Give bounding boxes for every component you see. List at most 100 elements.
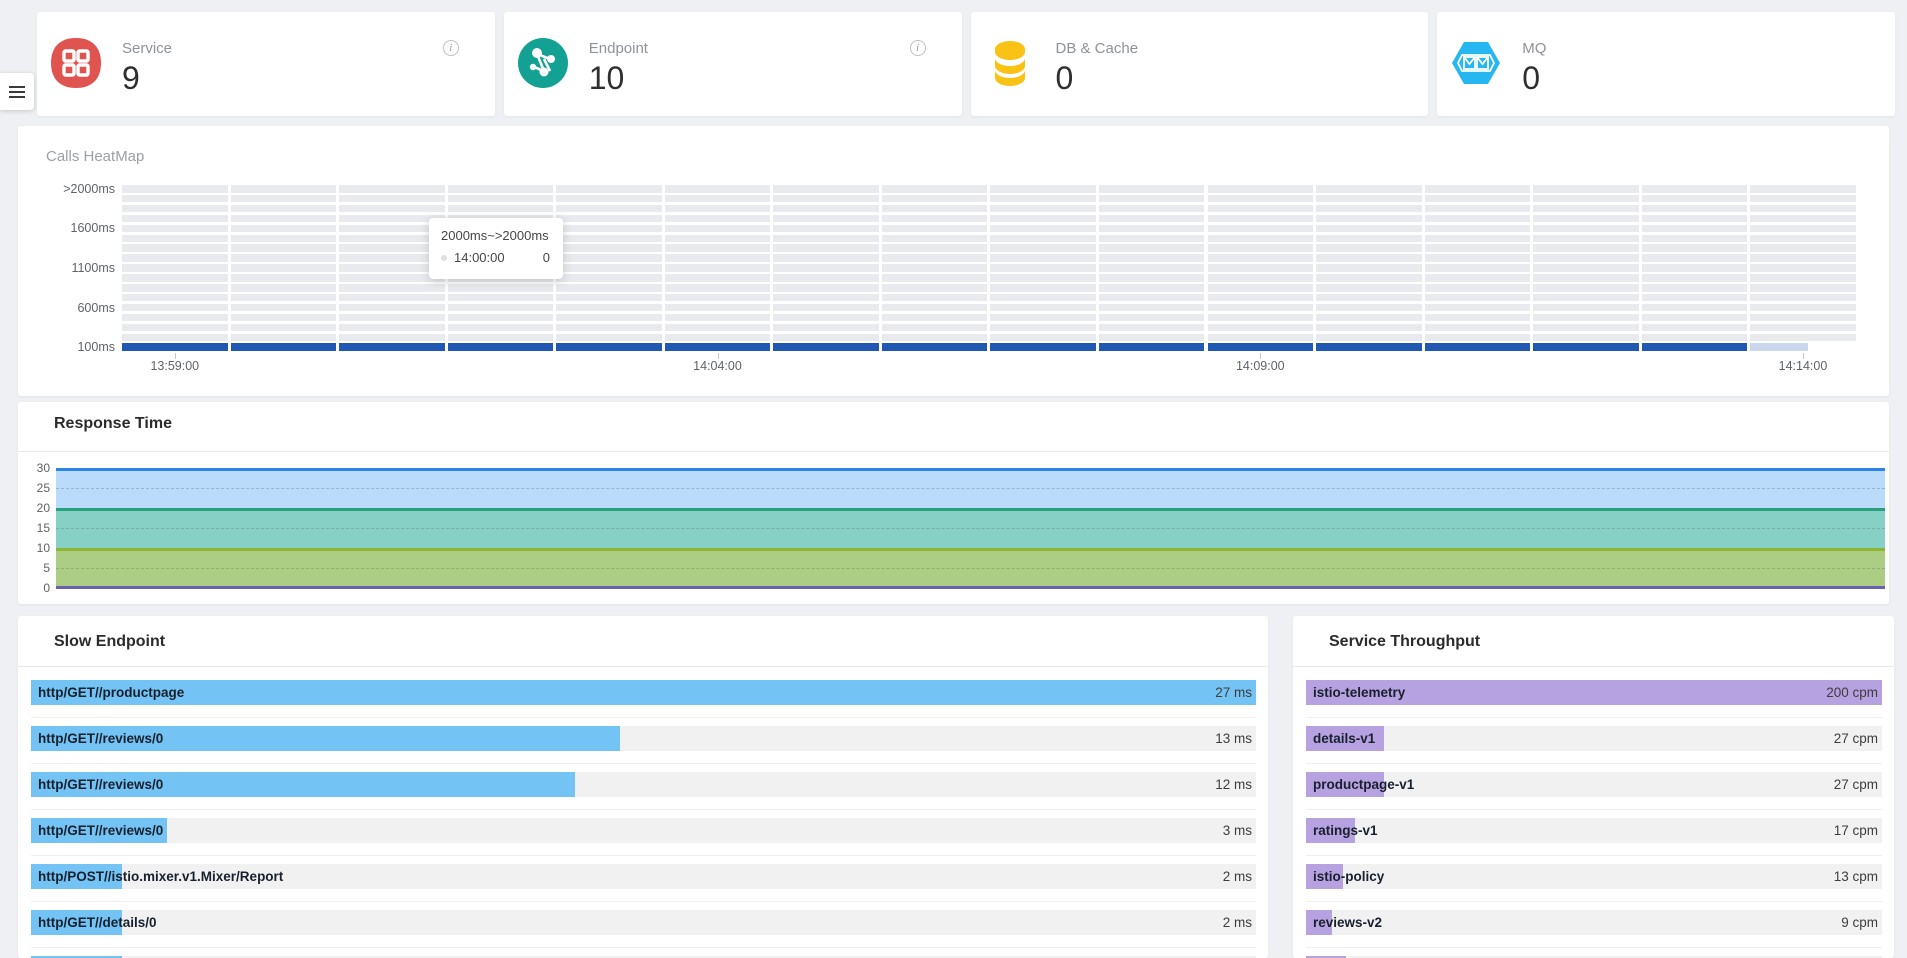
heatmap-cell[interactable] (1750, 235, 1856, 243)
heatmap-cell[interactable] (1642, 314, 1748, 322)
heatmap-cell[interactable] (773, 244, 879, 252)
heatmap-cell[interactable] (556, 314, 662, 322)
heatmap-cell[interactable] (122, 244, 228, 252)
heatmap-cell[interactable] (231, 284, 337, 292)
heatmap-cell[interactable] (1642, 334, 1748, 342)
heatmap-cell[interactable] (122, 343, 228, 351)
heatmap-cell[interactable] (1208, 343, 1314, 351)
slow-endpoint-row[interactable]: http/GET//details/02 ms (31, 910, 1256, 956)
heatmap-grid[interactable] (122, 185, 1862, 352)
heatmap-cell[interactable] (1099, 235, 1205, 243)
heatmap-cell[interactable] (1750, 254, 1856, 262)
heatmap-cell[interactable] (1208, 314, 1314, 322)
heatmap-cell[interactable] (556, 225, 662, 233)
menu-toggle-button[interactable] (0, 73, 34, 110)
heatmap-cell[interactable] (1316, 304, 1422, 312)
slow-endpoint-row[interactable]: http/POST//istio.mixer.v1.Mixer/Report2 … (31, 864, 1256, 910)
heatmap-cell[interactable] (1425, 304, 1531, 312)
heatmap-cell[interactable] (1750, 244, 1856, 252)
heatmap-cell[interactable] (1316, 215, 1422, 223)
heatmap-cell[interactable] (1533, 254, 1639, 262)
heatmap-cell[interactable] (1208, 264, 1314, 272)
heatmap-cell[interactable] (1208, 185, 1314, 193)
heatmap-cell[interactable] (556, 244, 662, 252)
heatmap-cell[interactable] (1099, 244, 1205, 252)
heatmap-cell[interactable] (1099, 274, 1205, 282)
heatmap-cell[interactable] (882, 225, 988, 233)
heatmap-cell[interactable] (1099, 343, 1205, 351)
heatmap-cell[interactable] (339, 195, 445, 203)
heatmap-cell[interactable] (1316, 284, 1422, 292)
heatmap-cell[interactable] (665, 225, 771, 233)
heatmap-cell[interactable] (122, 304, 228, 312)
heatmap-cell[interactable] (1099, 304, 1205, 312)
heatmap-cell[interactable] (773, 205, 879, 213)
heatmap-cell[interactable] (990, 225, 1096, 233)
heatmap-cell[interactable] (665, 304, 771, 312)
heatmap-cell[interactable] (231, 205, 337, 213)
heatmap-cell[interactable] (1750, 225, 1856, 233)
heatmap-cell[interactable] (1316, 244, 1422, 252)
heatmap-cell[interactable] (990, 343, 1096, 351)
heatmap-cell[interactable] (665, 334, 771, 342)
heatmap-cell[interactable] (1533, 185, 1639, 193)
heatmap-cell[interactable] (1750, 314, 1856, 322)
heatmap-cell[interactable] (665, 244, 771, 252)
heatmap-cell[interactable] (448, 205, 554, 213)
heatmap-cell[interactable] (1208, 235, 1314, 243)
throughput-row[interactable]: istio-telemetry200 cpm (1306, 680, 1882, 726)
heatmap-cell[interactable] (1425, 244, 1531, 252)
heatmap-cell[interactable] (231, 304, 337, 312)
heatmap-cell[interactable] (231, 225, 337, 233)
heatmap-cell[interactable] (231, 235, 337, 243)
heatmap-cell[interactable] (556, 185, 662, 193)
heatmap-cell[interactable] (556, 254, 662, 262)
heatmap-cell[interactable] (665, 235, 771, 243)
heatmap-cell[interactable] (773, 264, 879, 272)
heatmap-cell[interactable] (556, 264, 662, 272)
heatmap-cell[interactable] (1099, 284, 1205, 292)
heatmap-cell[interactable] (1533, 205, 1639, 213)
heatmap-cell[interactable] (1208, 334, 1314, 342)
heatmap-cell[interactable] (339, 294, 445, 302)
heatmap-cell[interactable] (1533, 244, 1639, 252)
heatmap-cell[interactable] (882, 244, 988, 252)
heatmap-cell[interactable] (665, 185, 771, 193)
heatmap-cell[interactable] (1642, 274, 1748, 282)
heatmap-cell[interactable] (773, 225, 879, 233)
heatmap-cell[interactable] (1533, 264, 1639, 272)
heatmap-cell[interactable] (990, 334, 1096, 342)
heatmap-cell[interactable] (1425, 254, 1531, 262)
heatmap-cell[interactable] (339, 334, 445, 342)
heatmap-cell[interactable] (122, 185, 228, 193)
heatmap-cell[interactable] (448, 314, 554, 322)
heatmap-cell[interactable] (1208, 195, 1314, 203)
heatmap-cell[interactable] (1750, 274, 1856, 282)
heatmap-cell[interactable] (448, 195, 554, 203)
heatmap-cell[interactable] (122, 314, 228, 322)
heatmap-cell[interactable] (1425, 185, 1531, 193)
heatmap-cell[interactable] (1316, 274, 1422, 282)
heatmap-cell[interactable] (882, 205, 988, 213)
heatmap-cell[interactable] (882, 294, 988, 302)
heatmap-cell[interactable] (1425, 195, 1531, 203)
heatmap-cell[interactable] (1099, 185, 1205, 193)
heatmap-cell[interactable] (556, 343, 662, 351)
card-db-cache[interactable]: DB & Cache 0 (971, 12, 1429, 116)
heatmap-cell[interactable] (231, 334, 337, 342)
heatmap-cell[interactable] (122, 274, 228, 282)
heatmap-cell[interactable] (556, 215, 662, 223)
heatmap-cell[interactable] (990, 284, 1096, 292)
heatmap-cell[interactable] (1642, 235, 1748, 243)
card-service[interactable]: Service 9 i (37, 12, 495, 116)
heatmap-cell[interactable] (1642, 343, 1748, 351)
throughput-row[interactable]: reviews-v29 cpm (1306, 910, 1882, 956)
heatmap-cell[interactable] (773, 195, 879, 203)
info-icon[interactable]: i (443, 40, 459, 56)
heatmap-cell[interactable] (1750, 215, 1856, 223)
heatmap-cell[interactable] (122, 284, 228, 292)
heatmap-cell[interactable] (882, 304, 988, 312)
heatmap-cell[interactable] (1316, 205, 1422, 213)
heatmap-cell[interactable] (1099, 294, 1205, 302)
heatmap-cell[interactable] (1642, 215, 1748, 223)
